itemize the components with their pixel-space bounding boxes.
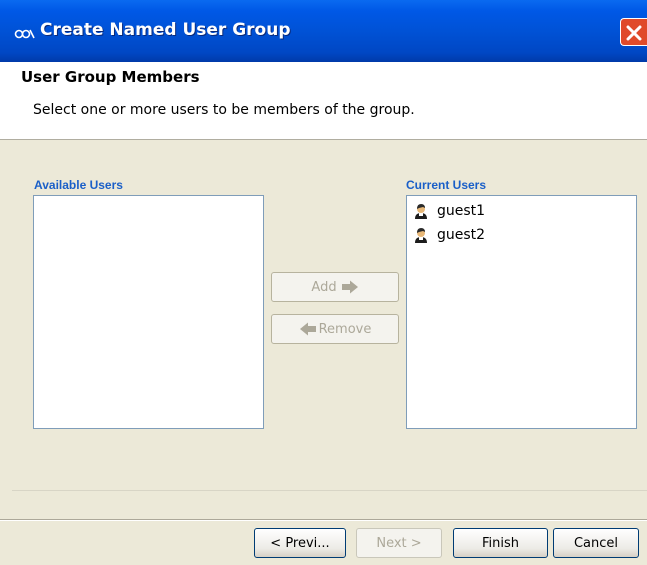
close-icon — [626, 25, 642, 41]
next-button[interactable]: Next > — [356, 528, 442, 558]
wizard-header: User Group Members Select one or more us… — [0, 62, 647, 140]
divider — [12, 490, 647, 491]
available-users-list[interactable] — [33, 195, 264, 429]
user-name: guest1 — [437, 203, 486, 219]
cancel-button[interactable]: Cancel — [553, 528, 639, 558]
previous-button[interactable]: < Previ... — [254, 528, 346, 558]
add-button[interactable]: Add — [271, 272, 399, 302]
current-users-list[interactable]: guest1 guest2 — [406, 195, 637, 429]
current-users-label: Current Users — [406, 178, 487, 192]
footer-divider-highlight — [0, 520, 647, 521]
user-icon — [415, 228, 427, 243]
user-icon — [415, 204, 427, 219]
arrow-right-icon — [341, 280, 358, 294]
add-button-label: Add — [311, 279, 337, 295]
page-title: User Group Members — [21, 68, 200, 86]
close-button[interactable] — [620, 18, 647, 46]
list-item[interactable]: guest1 — [407, 199, 636, 223]
window-title: Create Named User Group — [40, 20, 291, 40]
remove-button[interactable]: Remove — [271, 314, 399, 344]
available-users-label: Available Users — [34, 178, 123, 192]
remove-button-label: Remove — [318, 321, 372, 337]
list-item[interactable]: guest2 — [407, 223, 636, 247]
finish-button[interactable]: Finish — [453, 528, 548, 558]
user-name: guest2 — [437, 227, 486, 243]
arrow-left-icon — [299, 322, 316, 336]
page-description: Select one or more users to be members o… — [33, 102, 415, 118]
dialog-window: Create Named User Group User Group Membe… — [0, 0, 647, 565]
title-bar[interactable]: Create Named User Group — [0, 0, 647, 62]
app-logo-icon — [14, 27, 36, 43]
